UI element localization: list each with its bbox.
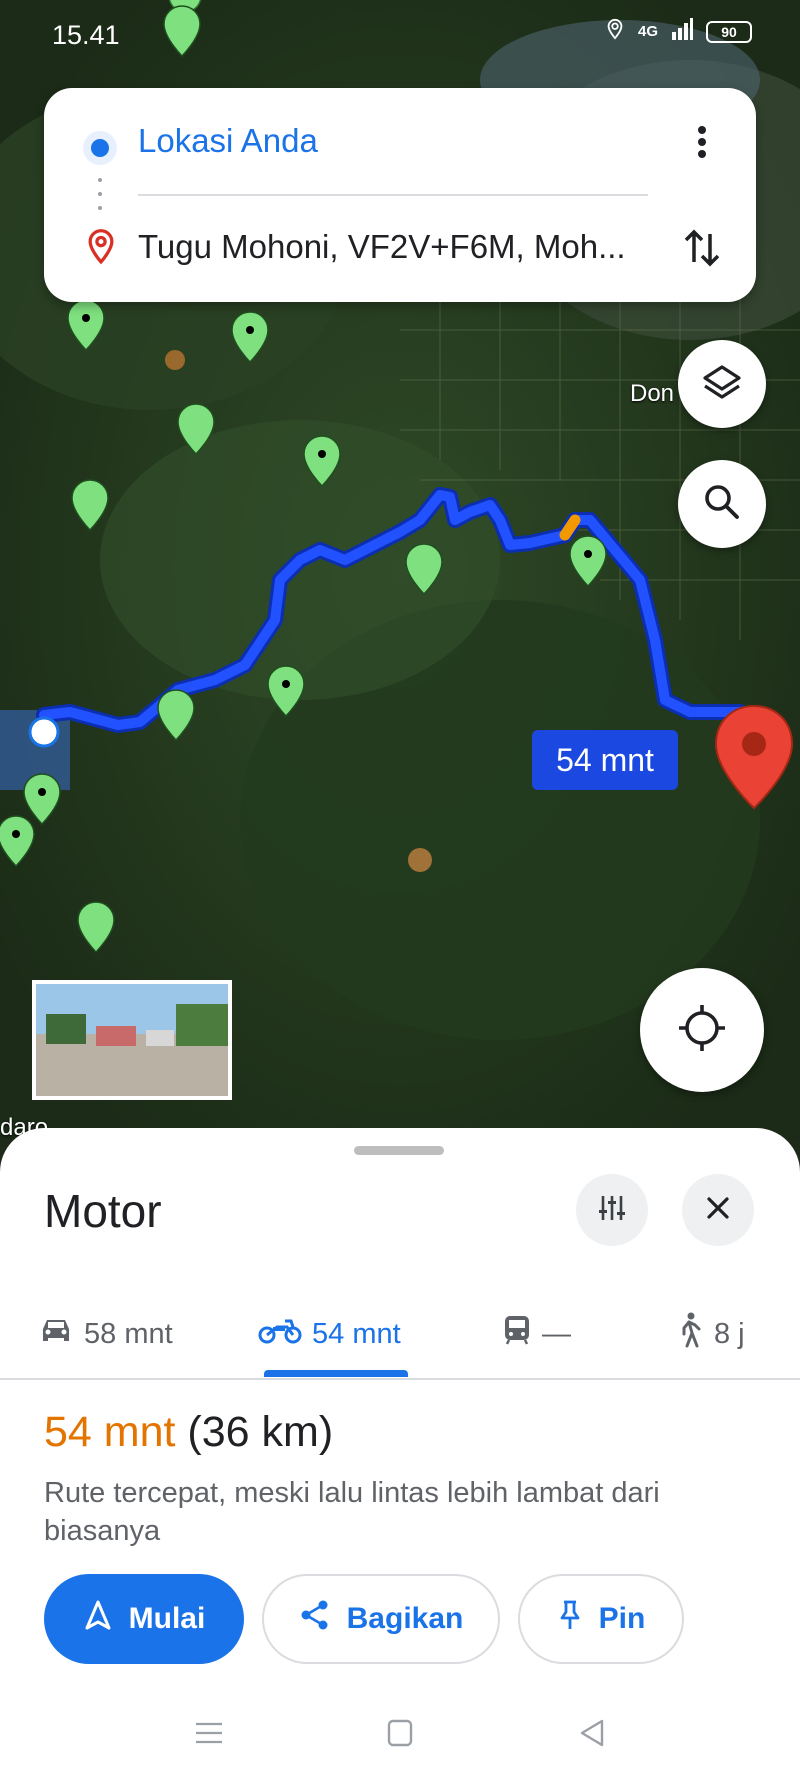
start-button[interactable]: Mulai — [44, 1574, 244, 1664]
transit-icon — [502, 1314, 532, 1354]
origin-dot-icon — [80, 128, 120, 173]
close-button[interactable] — [682, 1174, 754, 1246]
share-button-label: Bagikan — [346, 1602, 464, 1635]
battery-indicator: 90 — [706, 20, 752, 43]
tab-motorcycle-label: 54 mnt — [312, 1317, 401, 1350]
walk-icon — [676, 1312, 704, 1356]
crosshair-icon — [675, 1001, 729, 1060]
pin-button[interactable]: Pin — [518, 1574, 684, 1664]
travel-mode-title: Motor — [44, 1185, 162, 1237]
my-location-button[interactable] — [640, 968, 764, 1092]
active-tab-indicator — [264, 1370, 408, 1377]
tab-walk[interactable]: 8 j — [676, 1288, 745, 1380]
route-duration-bubble[interactable]: 54 mnt — [532, 730, 678, 790]
motorcycle-icon — [258, 1315, 302, 1353]
status-bar: 15.41 4G 90 — [0, 0, 800, 72]
tab-transit-label: — — [542, 1317, 571, 1350]
route-distance: (36 km) — [175, 1408, 334, 1456]
route-description: Rute tercepat, meski lalu lintas lebih l… — [44, 1477, 660, 1547]
directions-sheet: Motor 58 mnt 54 mnt — 8 j 54 mnt (36 km)… — [0, 1128, 800, 1778]
network-type: 4G — [637, 23, 658, 40]
search-icon — [702, 482, 742, 527]
tab-car[interactable]: 58 mnt — [38, 1288, 173, 1380]
pushpin-icon — [557, 1599, 583, 1639]
pin-button-label: Pin — [598, 1602, 646, 1635]
swap-icon[interactable] — [676, 222, 728, 274]
back-icon[interactable] — [578, 1718, 606, 1753]
field-divider — [138, 194, 648, 196]
route-connector-icon — [98, 176, 102, 217]
car-icon — [38, 1315, 74, 1353]
tab-walk-label: 8 j — [714, 1317, 745, 1350]
share-button[interactable]: Bagikan — [262, 1574, 500, 1664]
route-summary: 54 mnt (36 km) — [44, 1408, 333, 1457]
tab-transit[interactable]: — — [502, 1288, 571, 1380]
share-icon — [299, 1599, 331, 1639]
menu-icon[interactable] — [194, 1718, 224, 1753]
location-icon — [604, 18, 626, 45]
tab-car-label: 58 mnt — [84, 1317, 173, 1350]
origin-field[interactable]: Lokasi Anda — [138, 122, 318, 160]
destination-field[interactable]: Tugu Mohoni, VF2V+F6M, Moh... — [138, 228, 658, 266]
start-button-label: Mulai — [128, 1602, 206, 1635]
status-time: 15.41 — [52, 20, 120, 50]
map-place-label: Don — [630, 380, 675, 407]
tune-icon — [596, 1192, 628, 1229]
screen: Don daro 15.41 4G 90 Lokasi Anda Tugu Mo… — [0, 0, 800, 1778]
close-icon — [704, 1194, 732, 1227]
system-navigation-bar — [0, 1708, 800, 1778]
tab-motorcycle[interactable]: 54 mnt — [258, 1288, 401, 1380]
destination-pin-icon — [84, 228, 118, 271]
route-eta: 54 mnt — [44, 1408, 176, 1456]
street-view-thumbnail[interactable] — [32, 980, 232, 1100]
route-actions: Mulai Bagikan Pin — [44, 1574, 684, 1664]
navigation-arrow-icon — [83, 1599, 113, 1639]
layers-button[interactable] — [678, 340, 766, 428]
signal-icon — [670, 18, 694, 45]
route-options-button[interactable] — [576, 1174, 648, 1246]
layers-icon — [701, 361, 743, 408]
travel-mode-tabs: 58 mnt 54 mnt — 8 j — [0, 1288, 800, 1380]
more-options-icon[interactable] — [680, 120, 724, 164]
search-along-route-button[interactable] — [678, 460, 766, 548]
home-icon[interactable] — [386, 1718, 414, 1753]
sheet-drag-handle[interactable] — [354, 1146, 444, 1155]
